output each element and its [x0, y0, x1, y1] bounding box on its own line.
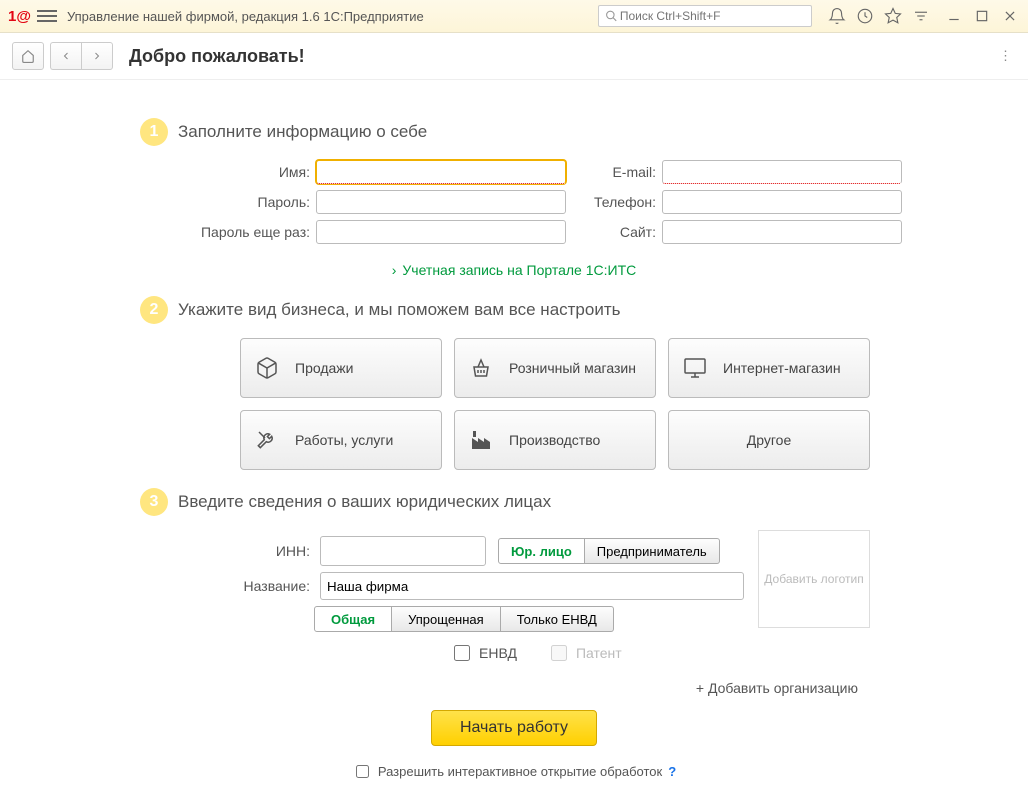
permission-label: Разрешить интерактивное открытие обработ… — [378, 764, 662, 779]
start-button[interactable]: Начать работу — [431, 710, 597, 746]
label-password2: Пароль еще раз: — [160, 224, 316, 240]
tax-simplified[interactable]: Упрощенная — [392, 606, 501, 632]
help-icon[interactable]: ? — [668, 764, 676, 779]
biz-label: Производство — [509, 432, 600, 448]
biz-label: Интернет-магазин — [723, 360, 841, 376]
biz-card-ecommerce[interactable]: Интернет-магазин — [668, 338, 870, 398]
tax-envd-only[interactable]: Только ЕНВД — [501, 606, 614, 632]
check-patent: Патент — [547, 642, 622, 664]
envd-checkbox[interactable] — [454, 645, 470, 661]
add-logo-box[interactable]: Добавить логотип — [758, 530, 870, 628]
monitor-icon — [683, 356, 707, 380]
window-title: Управление нашей фирмой, редакция 1.6 1С… — [67, 9, 424, 24]
step-2-header: 2 Укажите вид бизнеса, и мы поможем вам … — [140, 296, 978, 324]
permission-checkbox[interactable] — [356, 765, 369, 778]
forward-button[interactable] — [81, 42, 113, 70]
biz-label: Работы, услуги — [295, 432, 393, 448]
label-site: Сайт: — [586, 224, 662, 240]
portal-link-label: Учетная запись на Портале 1С:ИТС — [402, 262, 636, 278]
factory-icon — [469, 428, 493, 452]
patent-label: Патент — [576, 645, 622, 661]
biz-label: Розничный магазин — [509, 360, 636, 376]
star-icon[interactable] — [884, 7, 902, 25]
tax-general[interactable]: Общая — [314, 606, 392, 632]
minimize-button[interactable] — [944, 6, 964, 26]
phone-field[interactable] — [662, 190, 902, 214]
filter-icon[interactable] — [912, 7, 930, 25]
entity-type-entrepreneur[interactable]: Предприниматель — [585, 538, 720, 564]
check-envd[interactable]: ЕНВД — [450, 642, 517, 664]
biz-card-sales[interactable]: Продажи — [240, 338, 442, 398]
app-logo: 1@ — [8, 8, 31, 25]
label-inn: ИНН: — [170, 543, 314, 559]
step-badge: 3 — [140, 488, 168, 516]
entity-type-legal[interactable]: Юр. лицо — [498, 538, 585, 564]
box-icon — [255, 356, 279, 380]
label-name: Имя: — [160, 164, 316, 180]
maximize-button[interactable] — [972, 6, 992, 26]
biz-card-services[interactable]: Работы, услуги — [240, 410, 442, 470]
titlebar: 1@ Управление нашей фирмой, редакция 1.6… — [0, 0, 1028, 33]
email-field[interactable] — [662, 160, 902, 184]
patent-checkbox — [551, 645, 567, 661]
menu-icon[interactable] — [37, 6, 57, 26]
step-1-header: 1 Заполните информацию о себе — [140, 118, 978, 146]
label-password: Пароль: — [160, 194, 316, 210]
site-field[interactable] — [662, 220, 902, 244]
biz-card-production[interactable]: Производство — [454, 410, 656, 470]
biz-card-other[interactable]: Другое — [668, 410, 870, 470]
step-badge: 1 — [140, 118, 168, 146]
company-name-field[interactable] — [320, 572, 744, 600]
name-field[interactable] — [316, 160, 566, 184]
nav-toolbar: Добро пожаловать! ⋮ — [0, 33, 1028, 80]
search-input[interactable] — [618, 8, 805, 24]
password2-field[interactable] — [316, 220, 566, 244]
envd-label: ЕНВД — [479, 645, 517, 661]
step-title: Укажите вид бизнеса, и мы поможем вам вс… — [178, 300, 620, 320]
kebab-icon[interactable]: ⋮ — [995, 44, 1016, 68]
label-company-name: Название: — [170, 578, 314, 594]
back-button[interactable] — [50, 42, 81, 70]
step-3-header: 3 Введите сведения о ваших юридических л… — [140, 488, 978, 516]
biz-label: Другое — [747, 432, 791, 448]
step-title: Введите сведения о ваших юридических лиц… — [178, 492, 551, 512]
basket-icon — [469, 356, 493, 380]
chevron-right-icon: › — [392, 262, 397, 278]
label-email: E-mail: — [586, 164, 662, 180]
portal-link[interactable]: › Учетная запись на Портале 1С:ИТС — [50, 262, 978, 278]
bell-icon[interactable] — [828, 7, 846, 25]
history-icon[interactable] — [856, 7, 874, 25]
close-button[interactable] — [1000, 6, 1020, 26]
step-title: Заполните информацию о себе — [178, 122, 427, 142]
label-phone: Телефон: — [586, 194, 662, 210]
inn-field[interactable] — [320, 536, 486, 566]
password-field[interactable] — [316, 190, 566, 214]
search-icon — [605, 9, 618, 23]
step-badge: 2 — [140, 296, 168, 324]
search-box[interactable] — [598, 5, 812, 27]
page-title: Добро пожаловать! — [129, 46, 305, 67]
tools-icon — [255, 428, 279, 452]
add-org-link[interactable]: + Добавить организацию — [50, 680, 858, 696]
biz-card-retail[interactable]: Розничный магазин — [454, 338, 656, 398]
home-button[interactable] — [12, 42, 44, 70]
biz-label: Продажи — [295, 360, 353, 376]
